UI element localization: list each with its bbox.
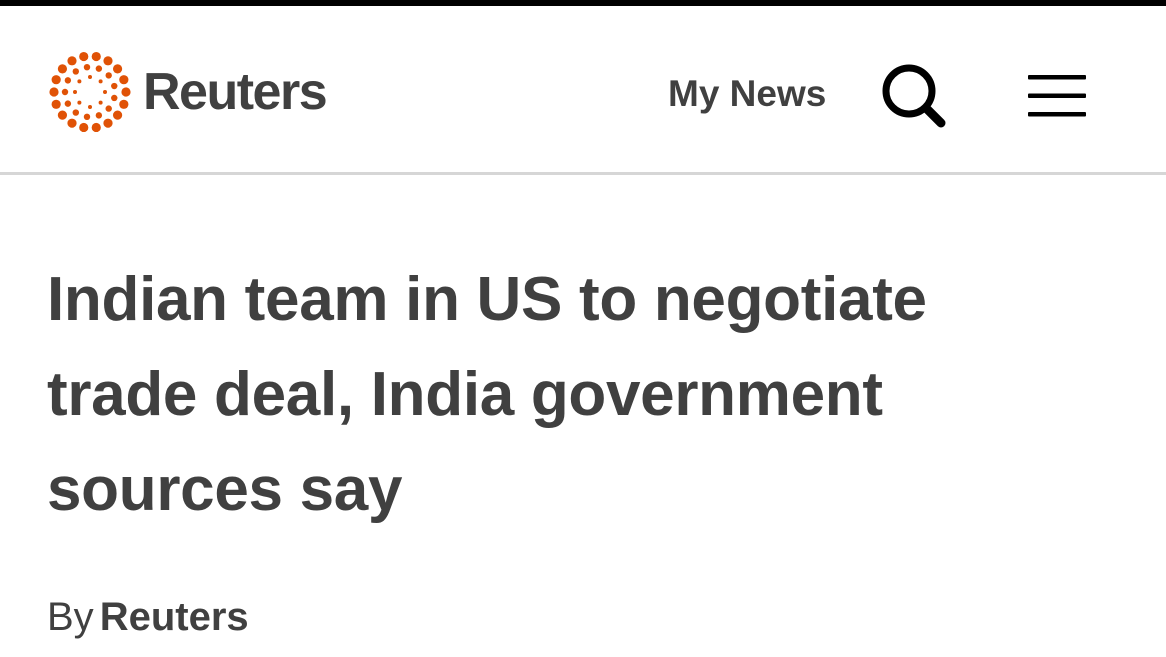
site-header: Reuters My News	[0, 6, 1166, 173]
my-news-link[interactable]: My News	[668, 70, 826, 118]
article-byline: By Reuters	[47, 592, 249, 642]
article-headline: Indian team in US to negotiate trade dea…	[47, 265, 927, 524]
menu-button[interactable]	[1024, 68, 1090, 124]
brand-name: Reuters	[143, 63, 328, 121]
byline-author-link[interactable]: Reuters	[100, 595, 249, 639]
reuters-logo-icon	[49, 51, 131, 133]
byline-prefix: By	[47, 595, 94, 639]
reuters-logo[interactable]: Reuters	[47, 46, 328, 138]
hamburger-menu-icon	[1028, 75, 1086, 117]
search-icon	[882, 64, 946, 128]
header-divider	[0, 172, 1166, 175]
search-button[interactable]	[878, 60, 952, 134]
